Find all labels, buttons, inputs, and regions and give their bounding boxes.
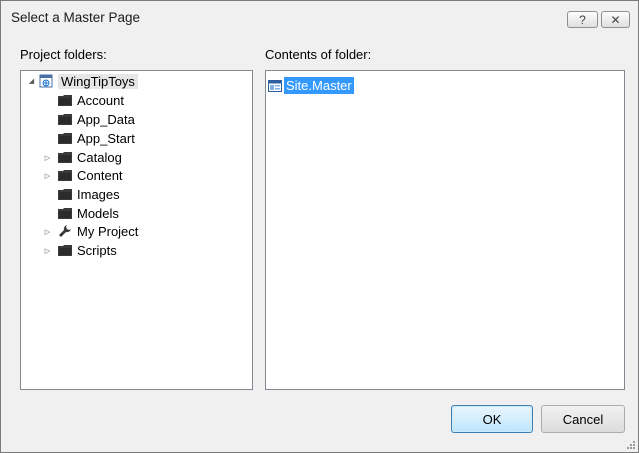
tree-item-label: App_Data (77, 111, 135, 127)
tree-item-scripts[interactable]: ▷ Scripts (43, 241, 117, 259)
tree-item-wingtiptoys[interactable]: ◢ WingTipToys (23, 72, 138, 90)
project-icon (39, 74, 53, 88)
tree-item-models[interactable]: Models (58, 204, 119, 222)
title-bar: Select a Master Page ? ✕ (1, 1, 638, 37)
collapsed-arrow-icon[interactable]: ▷ (43, 153, 52, 162)
tree-item-label: Images (77, 186, 120, 202)
tree-item-label: Catalog (77, 149, 122, 165)
folder-icon (58, 150, 72, 164)
tree-item-catalog[interactable]: ▷ Catalog (43, 148, 122, 166)
tree-item-app-start[interactable]: App_Start (58, 129, 135, 147)
tree-item-content[interactable]: ▷ Content (43, 166, 123, 184)
file-item-label: Site.Master (284, 77, 354, 94)
folder-icon (58, 206, 72, 220)
dialog-title: Select a Master Page (11, 10, 141, 25)
tree-item-label: My Project (77, 223, 139, 239)
collapsed-arrow-icon[interactable]: ▷ (43, 227, 52, 236)
contents-of-folder-label: Contents of folder: (265, 47, 372, 62)
project-folders-tree[interactable]: ◢ WingTipToys Account App_Data App_Start… (20, 70, 253, 390)
cancel-button[interactable]: Cancel (541, 405, 625, 433)
file-item-site-master[interactable]: Site.Master (268, 77, 354, 94)
collapsed-arrow-icon[interactable]: ▷ (43, 171, 52, 180)
folder-contents-list[interactable]: Site.Master (265, 70, 625, 390)
folder-icon (58, 168, 72, 182)
folder-icon (58, 243, 72, 257)
tree-item-label: Account (77, 92, 124, 108)
help-icon: ? (579, 12, 586, 27)
expanded-arrow-icon[interactable]: ◢ (27, 76, 36, 85)
tree-item-label: Scripts (77, 242, 117, 258)
tree-item-label: App_Start (77, 130, 135, 146)
folder-icon (58, 93, 72, 107)
wrench-icon (58, 224, 72, 238)
tree-item-my-project[interactable]: ▷ My Project (43, 222, 139, 240)
tree-item-label: Content (77, 167, 123, 183)
select-master-page-dialog: Select a Master Page ? ✕ Project folders… (0, 0, 639, 453)
tree-item-label: WingTipToys (58, 73, 138, 89)
help-button[interactable]: ? (567, 11, 598, 28)
tree-item-images[interactable]: Images (58, 185, 120, 203)
ok-button[interactable]: OK (451, 405, 533, 433)
folder-icon (58, 112, 72, 126)
tree-item-app-data[interactable]: App_Data (58, 110, 135, 128)
collapsed-arrow-icon[interactable]: ▷ (43, 246, 52, 255)
resize-grip-icon[interactable] (626, 440, 636, 450)
folder-icon (58, 187, 72, 201)
tree-item-account[interactable]: Account (58, 91, 124, 109)
close-button[interactable]: ✕ (601, 11, 630, 28)
project-folders-label: Project folders: (20, 47, 107, 62)
tree-item-label: Models (77, 205, 119, 221)
master-page-icon (268, 79, 282, 93)
folder-icon (58, 131, 72, 145)
close-icon: ✕ (610, 12, 621, 27)
